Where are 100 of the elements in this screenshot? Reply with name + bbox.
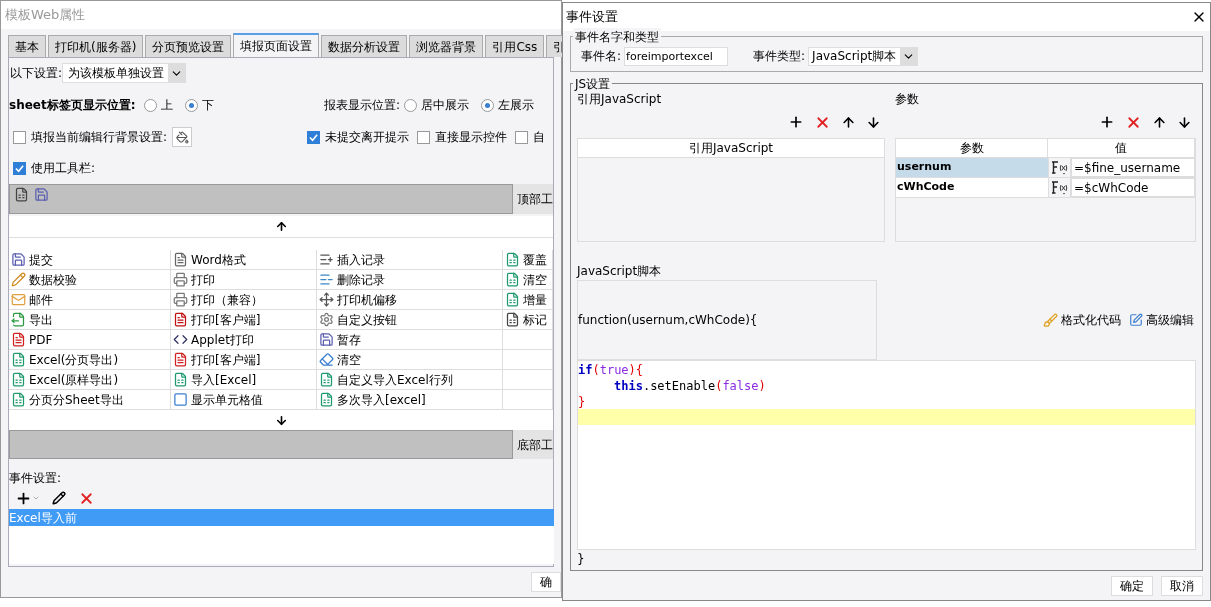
toolbar-button-label[interactable]: 打印 <box>191 270 215 289</box>
tab[interactable]: 浏览器背景 <box>409 35 484 57</box>
column-header: 参数 <box>896 139 1048 157</box>
code-token: if <box>578 363 593 377</box>
toolbar-button-label[interactable]: Excel(原样导出) <box>29 370 119 389</box>
toolbar-button-label[interactable]: 显示单元格值 <box>191 390 263 409</box>
spreadsheet-icon <box>319 392 334 407</box>
paint-button[interactable] <box>172 127 193 147</box>
formula-icon[interactable] <box>1051 160 1068 175</box>
group-title: JS设置 <box>573 75 613 93</box>
toolbar-button-label[interactable]: 多次导入[excel] <box>337 390 426 409</box>
checkbox[interactable] <box>13 161 26 175</box>
parameter-row[interactable]: usernum =$fine_username <box>896 158 1195 178</box>
toolbar-button-label[interactable]: 数据校验 <box>29 270 77 289</box>
toolbar-button-label[interactable]: 增量 <box>523 290 547 309</box>
ok-button[interactable]: 确定 <box>1111 575 1153 596</box>
column-header: 引用JavaScript <box>578 139 884 158</box>
arrow-down-icon[interactable] <box>274 413 288 427</box>
code-token: ( <box>592 363 600 377</box>
event-name-field[interactable]: foreimportexcel <box>624 46 729 66</box>
printer-icon <box>173 292 188 307</box>
dialog-title: 事件设置 <box>566 8 618 27</box>
toolbar-button-label[interactable]: 插入记录 <box>337 250 385 269</box>
toolbar-button-label[interactable]: 导入[Excel] <box>191 370 257 389</box>
advanced-edit-button[interactable]: 高级编辑 <box>1129 311 1194 329</box>
section-title: 参数 <box>895 91 919 108</box>
tab[interactable]: 基本 <box>8 35 46 57</box>
toolbar-button-label[interactable]: 提交 <box>29 250 53 269</box>
toolbar-button-label[interactable]: 打印[客户端] <box>191 310 261 329</box>
brush-icon <box>1043 312 1058 328</box>
code-token: } <box>578 395 586 409</box>
spreadsheet-icon <box>505 272 520 287</box>
field-label: 事件名: <box>581 48 622 65</box>
arrow-down-icon[interactable] <box>866 114 881 130</box>
parameter-row[interactable]: cWhCode =$cWhCode <box>896 178 1195 198</box>
code-token: true <box>599 363 629 377</box>
toolbar-button-label[interactable]: 分页分Sheet导出 <box>29 390 124 409</box>
formula-icon[interactable] <box>1051 180 1068 195</box>
gear-icon <box>319 312 334 327</box>
checkbox[interactable] <box>307 130 320 144</box>
tab[interactable]: 打印机(服务器) <box>48 35 144 57</box>
radio-label: 居中展示 <box>421 97 470 114</box>
toolbar-button-label[interactable]: 删除记录 <box>337 270 385 289</box>
toolbar-button-label[interactable]: 标记 <box>523 310 547 329</box>
code-token: ) <box>758 379 766 393</box>
format-code-button[interactable]: 格式化代码 <box>1043 311 1121 329</box>
radio-button[interactable] <box>184 98 198 112</box>
spreadsheet-icon <box>11 352 26 367</box>
code-token: false <box>722 379 759 393</box>
toolbar-button-label[interactable]: 打印机偏移 <box>337 290 397 309</box>
spreadsheet-icon <box>14 187 29 202</box>
field-label: 事件类型: <box>753 48 806 65</box>
pencil-icon[interactable] <box>52 491 66 505</box>
toolbar-button-label[interactable]: 清空 <box>523 270 547 289</box>
document-icon <box>173 252 188 267</box>
toolbar-button-label[interactable]: 自定义按钮 <box>337 310 397 329</box>
toolbar-button-label[interactable]: Excel(分页导出) <box>29 350 119 369</box>
tab[interactable]: 分页预览设置 <box>145 35 232 57</box>
tab[interactable]: 引用Css <box>485 35 545 57</box>
add-icon[interactable] <box>788 114 804 130</box>
toolbar-button-label[interactable]: 清空 <box>337 350 361 369</box>
arrow-down-icon[interactable] <box>1177 114 1192 130</box>
toolbar-button-label[interactable]: 自定义导入Excel行列 <box>337 370 453 389</box>
document-icon <box>173 312 188 327</box>
radio-label: 左展示 <box>498 97 535 114</box>
field-label: 报表显示位置: <box>324 97 401 114</box>
checkbox[interactable] <box>13 130 26 144</box>
ok-button[interactable]: 确 <box>531 572 561 592</box>
radio-button[interactable] <box>481 98 495 112</box>
tab[interactable]: 填报页面设置 <box>233 33 320 57</box>
toolbar-button-label[interactable]: 导出 <box>29 310 53 329</box>
cancel-button[interactable]: 取消 <box>1161 575 1203 596</box>
printer-icon <box>173 272 188 287</box>
toolbar-button-label[interactable]: Applet打印 <box>191 330 254 349</box>
code-token: ( <box>715 379 723 393</box>
checkbox[interactable] <box>417 130 430 144</box>
event-type-dropdown[interactable]: JavaScript脚本 <box>808 46 919 66</box>
code-editor[interactable]: if(true){ this.setEnable(false) } <box>577 360 1196 550</box>
table-cell: =$cWhCode <box>1071 178 1195 197</box>
radio-button[interactable] <box>143 98 157 112</box>
scope-dropdown[interactable]: 为该模板单独设置 <box>62 63 187 83</box>
toolbar-button-label[interactable]: 邮件 <box>29 290 53 309</box>
toolbar-button-label[interactable]: Word格式 <box>191 250 246 269</box>
toolbar-button-label[interactable]: 打印[客户端] <box>191 350 261 369</box>
toolbar-button-label[interactable]: 暂存 <box>337 330 361 349</box>
table-cell: cWhCode <box>896 178 1048 197</box>
code-token: { <box>635 363 644 377</box>
spreadsheet-icon <box>505 292 520 307</box>
spreadsheet-icon <box>505 312 520 327</box>
toolbar-button-label[interactable]: 覆盖 <box>523 250 547 269</box>
arrow-up-icon[interactable] <box>274 220 288 233</box>
toolbar-button-label[interactable]: PDF <box>29 330 53 349</box>
column-header: 值 <box>1048 139 1195 157</box>
code-token: ) <box>628 363 636 377</box>
checkbox-label: 自 <box>533 129 545 146</box>
add-icon[interactable] <box>1099 114 1115 130</box>
radio-button[interactable] <box>404 98 418 112</box>
toolbar-button-label[interactable]: 打印（兼容） <box>191 290 263 309</box>
tab[interactable]: 数据分析设置 <box>321 35 408 57</box>
checkbox[interactable] <box>515 130 528 144</box>
